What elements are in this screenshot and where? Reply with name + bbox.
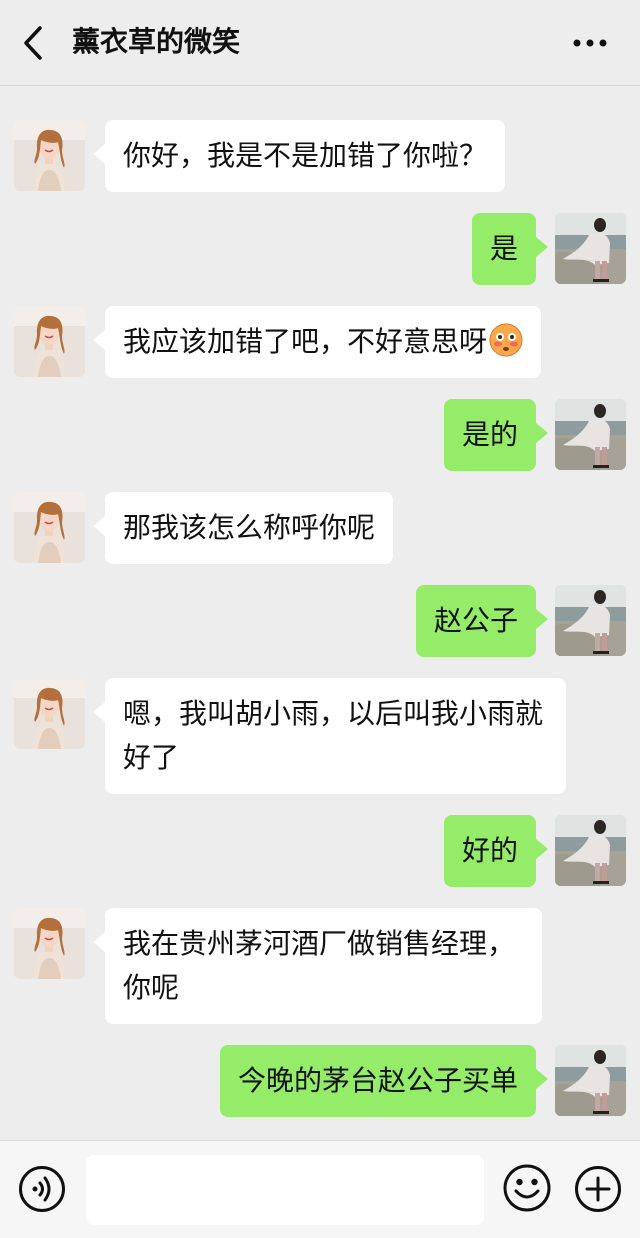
message-text: 赵公子 <box>433 604 518 637</box>
chat-input-bar <box>0 1140 640 1238</box>
message-bubble-outgoing[interactable]: 今晚的茅台赵公子买单 <box>219 1045 549 1117</box>
message-bubble-outgoing[interactable]: 好的 <box>443 815 549 887</box>
my-avatar[interactable] <box>555 213 626 284</box>
message-text: 你好，我是不是加错了你啦？ <box>123 139 488 172</box>
message-bubble-outgoing[interactable]: 是 <box>471 213 549 285</box>
my-avatar[interactable] <box>555 399 626 470</box>
message-bubble-outgoing[interactable]: 赵公子 <box>415 585 549 657</box>
message-bubble-incoming[interactable]: 我应该加错了吧，不好意思呀 <box>92 306 542 378</box>
message-bubble-incoming[interactable]: 我在贵州茅河酒厂做销售经理，你呢 <box>93 908 542 1024</box>
my-avatar[interactable] <box>555 585 626 656</box>
message-text: 那我该怎么称呼你呢 <box>123 511 376 544</box>
chat-title: 薰衣草的微笑 <box>72 25 241 58</box>
message-text: 是 <box>489 232 518 265</box>
smiley-icon[interactable] <box>502 1163 552 1213</box>
plus-circle-icon[interactable] <box>574 1165 622 1213</box>
contact-avatar[interactable] <box>14 120 85 191</box>
message-text: 是的 <box>461 418 518 451</box>
message-input[interactable] <box>86 1155 484 1225</box>
chevron-left-icon[interactable] <box>20 24 50 62</box>
message-text: 我在贵州茅河酒厂做销售经理，你呢 <box>123 927 516 1004</box>
voice-icon[interactable] <box>18 1165 66 1213</box>
message-text: 我应该加错了吧，不好意思呀 <box>123 325 488 358</box>
message-bubble-incoming[interactable]: 嗯，我叫胡小雨，以后叫我小雨就好了 <box>93 678 566 794</box>
contact-avatar[interactable] <box>14 908 85 979</box>
message-bubble-outgoing[interactable]: 是的 <box>443 399 549 471</box>
message-text: 嗯，我叫胡小雨，以后叫我小雨就好了 <box>123 697 544 774</box>
my-avatar[interactable] <box>555 1045 626 1116</box>
my-avatar[interactable] <box>555 815 626 886</box>
message-text: 好的 <box>461 834 518 867</box>
message-text: 今晚的茅台赵公子买单 <box>237 1064 518 1097</box>
contact-avatar[interactable] <box>14 306 85 377</box>
chat-header: 薰衣草的微笑 <box>0 0 640 86</box>
contact-avatar[interactable] <box>14 492 85 563</box>
contact-avatar[interactable] <box>14 678 85 749</box>
flushed-face-emoji <box>489 323 523 357</box>
message-bubble-incoming[interactable]: 那我该怎么称呼你呢 <box>92 492 394 564</box>
more-dots-icon[interactable] <box>570 28 610 58</box>
message-bubble-incoming[interactable]: 你好，我是不是加错了你啦？ <box>92 120 506 192</box>
